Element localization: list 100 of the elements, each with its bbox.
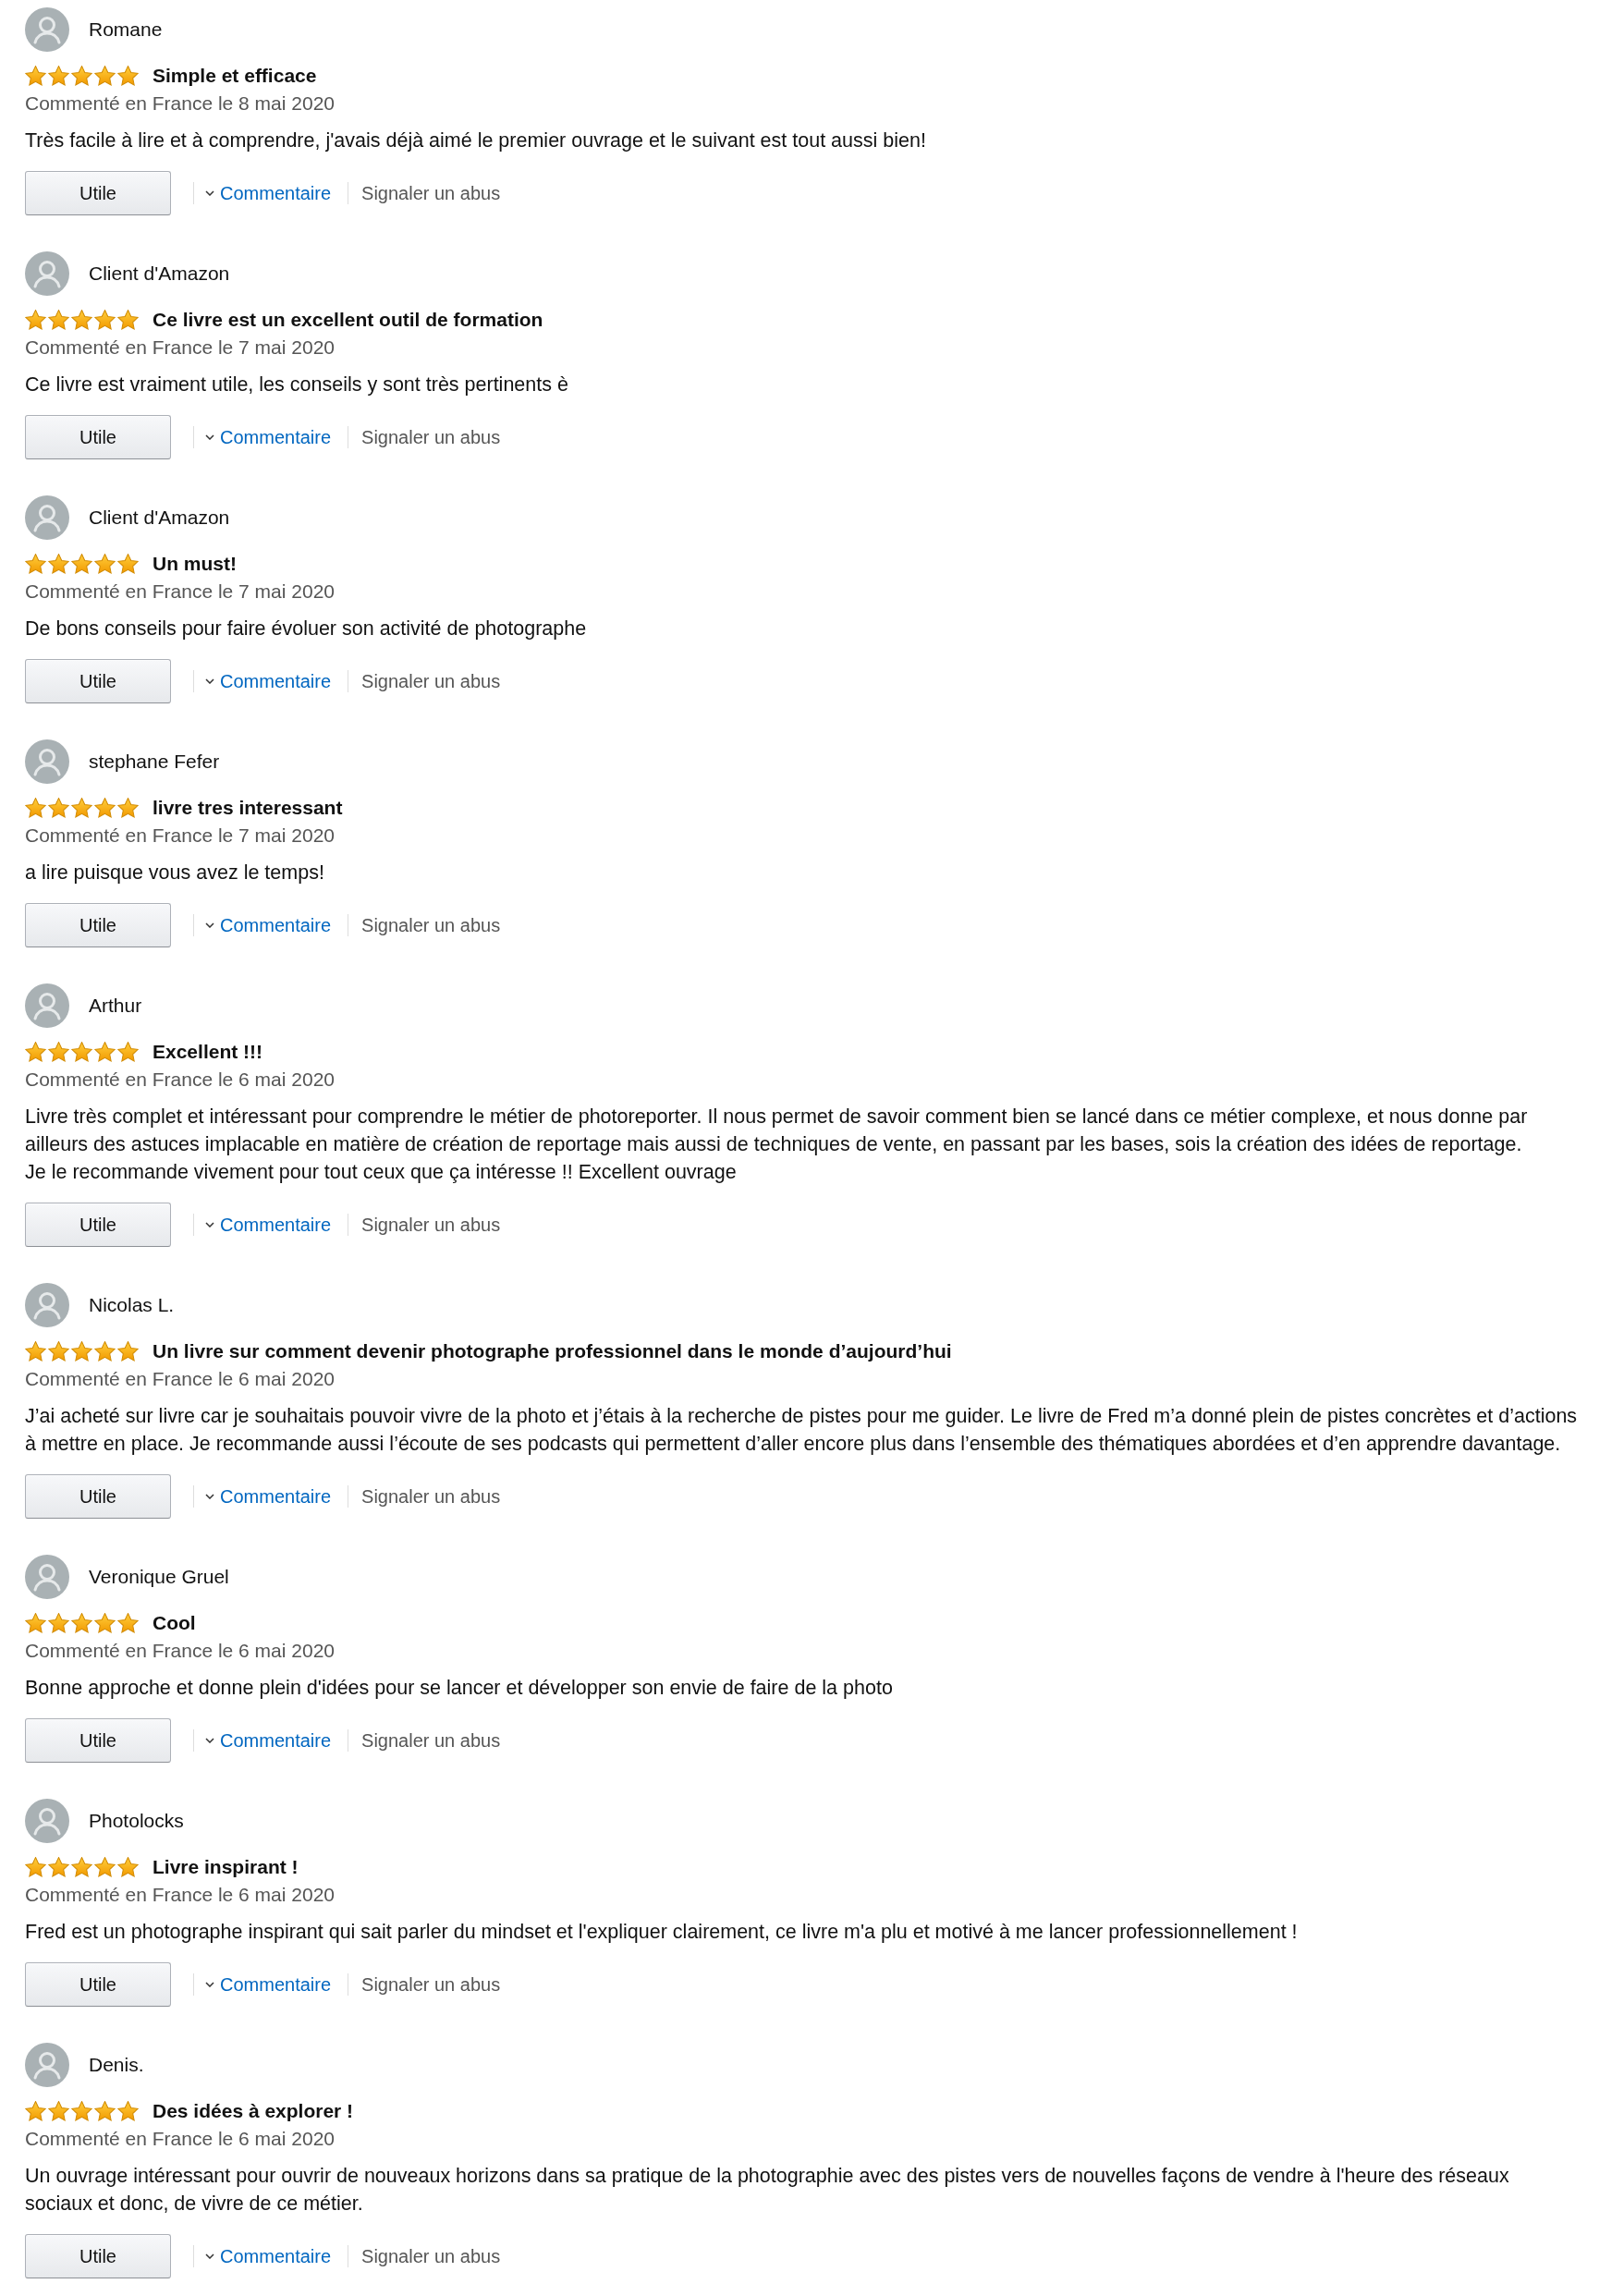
- star-icon: [48, 1857, 69, 1877]
- star-icon: [94, 66, 116, 86]
- reviewer-name[interactable]: Denis.: [89, 2050, 144, 2080]
- review-title[interactable]: Livre inspirant !: [153, 1852, 299, 1882]
- chevron-down-icon: [205, 1982, 214, 1987]
- star-icon: [25, 554, 46, 574]
- review-title[interactable]: livre tres interessant: [153, 793, 343, 823]
- comment-link[interactable]: Commentaire: [205, 667, 332, 695]
- report-abuse-link[interactable]: Signaler un abus: [361, 423, 501, 451]
- review-date: Commenté en France le 6 mai 2020: [25, 1883, 336, 1907]
- avatar-icon: [25, 251, 69, 296]
- review-title[interactable]: Simple et efficace: [153, 61, 317, 91]
- star-icon: [71, 2101, 92, 2121]
- reviewer-name[interactable]: Client d'Amazon: [89, 503, 230, 532]
- report-abuse-link[interactable]: Signaler un abus: [361, 911, 501, 939]
- chevron-down-icon: [205, 1494, 214, 1499]
- star-icon: [25, 1341, 46, 1362]
- star-icon: [94, 2101, 116, 2121]
- helpful-button[interactable]: Utile: [25, 1203, 171, 1247]
- star-icon: [48, 1042, 69, 1062]
- review-date: Commenté en France le 7 mai 2020: [25, 824, 336, 848]
- helpful-button[interactable]: Utile: [25, 2234, 171, 2278]
- comment-link[interactable]: Commentaire: [205, 1727, 332, 1754]
- review-title[interactable]: Un livre sur comment devenir photographe professionnel dans le monde d’aujourd’hui: [153, 1337, 952, 1366]
- star-icon: [117, 1042, 139, 1062]
- report-abuse-link[interactable]: Signaler un abus: [361, 667, 501, 695]
- review-text: Fred est un photographe inspirant qui sait parler du mindset et l'expliquer clairement, ce livre m'a plu et motivé à me lancer professionnellement !: [25, 1920, 1299, 1945]
- star-icon: [25, 798, 46, 818]
- star-icon: [48, 66, 69, 86]
- star-icon: [117, 798, 139, 818]
- star-icon: [48, 554, 69, 574]
- star-icon: [94, 1613, 116, 1633]
- comment-link[interactable]: Commentaire: [205, 179, 332, 207]
- avatar-icon: [25, 1799, 69, 1843]
- reviewer-name[interactable]: Arthur: [89, 991, 142, 1020]
- star-icon: [117, 310, 139, 330]
- star-icon: [71, 1042, 92, 1062]
- reviewer-name[interactable]: Romane: [89, 15, 163, 44]
- comment-link[interactable]: Commentaire: [205, 1211, 332, 1239]
- review-text: J’ai acheté sur livre car je souhaitais pouvoir vivre de la photo et j’étais à la recherche de pistes pour me guider. Le livre de Fred m’a donné plein de pistes concrètes et d’actions à mettre en place. Je recommande aussi l’écoute de ses podcasts qui permettent d’aller encore plus dans l’ensemble des thématiques abordées et d’en apprendre davantage.: [25, 1404, 1579, 1457]
- helpful-button[interactable]: Utile: [25, 1718, 171, 1763]
- comment-link[interactable]: Commentaire: [205, 423, 332, 451]
- avatar-icon: [25, 983, 69, 1028]
- report-abuse-link[interactable]: Signaler un abus: [361, 1727, 501, 1754]
- helpful-button[interactable]: Utile: [25, 1962, 171, 2007]
- star-icon: [25, 2101, 46, 2121]
- star-icon: [48, 1613, 69, 1633]
- report-abuse-link[interactable]: Signaler un abus: [361, 179, 501, 207]
- report-abuse-link[interactable]: Signaler un abus: [361, 1971, 501, 1998]
- report-abuse-link[interactable]: Signaler un abus: [361, 2242, 501, 2270]
- review-date: Commenté en France le 7 mai 2020: [25, 580, 336, 604]
- star-icon: [94, 1341, 116, 1362]
- chevron-down-icon: [205, 678, 214, 684]
- review-title[interactable]: Cool: [153, 1608, 196, 1638]
- star-icon: [94, 1857, 116, 1877]
- chevron-down-icon: [205, 434, 214, 440]
- review-title[interactable]: Ce livre est un excellent outil de formation: [153, 305, 543, 335]
- star-icon: [94, 798, 116, 818]
- review-title[interactable]: Excellent !!!: [153, 1037, 263, 1067]
- review-text: a lire puisque vous avez le temps!: [25, 861, 325, 885]
- comment-link[interactable]: Commentaire: [205, 2242, 332, 2270]
- star-icon: [48, 2101, 69, 2121]
- review-date: Commenté en France le 8 mai 2020: [25, 92, 336, 116]
- comment-link[interactable]: Commentaire: [205, 1483, 332, 1510]
- chevron-down-icon: [205, 2253, 214, 2259]
- avatar-icon: [25, 1283, 69, 1327]
- comment-link[interactable]: Commentaire: [205, 911, 332, 939]
- star-icon: [71, 310, 92, 330]
- star-icon: [71, 1857, 92, 1877]
- review-text: Ce livre est vraiment utile, les conseils y sont très pertinents è: [25, 372, 569, 397]
- helpful-button[interactable]: Utile: [25, 659, 171, 703]
- helpful-button[interactable]: Utile: [25, 903, 171, 947]
- review-text: Bonne approche et donne plein d'idées pour se lancer et développer son envie de faire de la photo: [25, 1676, 894, 1701]
- report-abuse-link[interactable]: Signaler un abus: [361, 1483, 501, 1510]
- helpful-button[interactable]: Utile: [25, 1474, 171, 1519]
- avatar-icon: [25, 2043, 69, 2087]
- star-icon: [117, 1341, 139, 1362]
- report-abuse-link[interactable]: Signaler un abus: [361, 1211, 501, 1239]
- reviewer-name[interactable]: Photolocks: [89, 1806, 184, 1836]
- review-title[interactable]: Un must!: [153, 549, 237, 579]
- star-icon: [71, 1341, 92, 1362]
- star-icon: [94, 310, 116, 330]
- reviewer-name[interactable]: Veronique Gruel: [89, 1562, 229, 1592]
- star-icon: [25, 66, 46, 86]
- helpful-button[interactable]: Utile: [25, 415, 171, 459]
- helpful-button[interactable]: Utile: [25, 171, 171, 215]
- star-icon: [117, 554, 139, 574]
- comment-link[interactable]: Commentaire: [205, 1971, 332, 1998]
- star-icon: [71, 798, 92, 818]
- star-icon: [48, 1341, 69, 1362]
- star-icon: [25, 1857, 46, 1877]
- review-title[interactable]: Des idées à explorer !: [153, 2096, 354, 2126]
- star-icon: [71, 66, 92, 86]
- reviewer-name[interactable]: Client d'Amazon: [89, 259, 230, 288]
- star-icon: [117, 1613, 139, 1633]
- star-icon: [94, 1042, 116, 1062]
- reviewer-name[interactable]: Nicolas L.: [89, 1290, 175, 1320]
- star-icon: [71, 1613, 92, 1633]
- chevron-down-icon: [205, 922, 214, 928]
- reviewer-name[interactable]: stephane Fefer: [89, 747, 220, 776]
